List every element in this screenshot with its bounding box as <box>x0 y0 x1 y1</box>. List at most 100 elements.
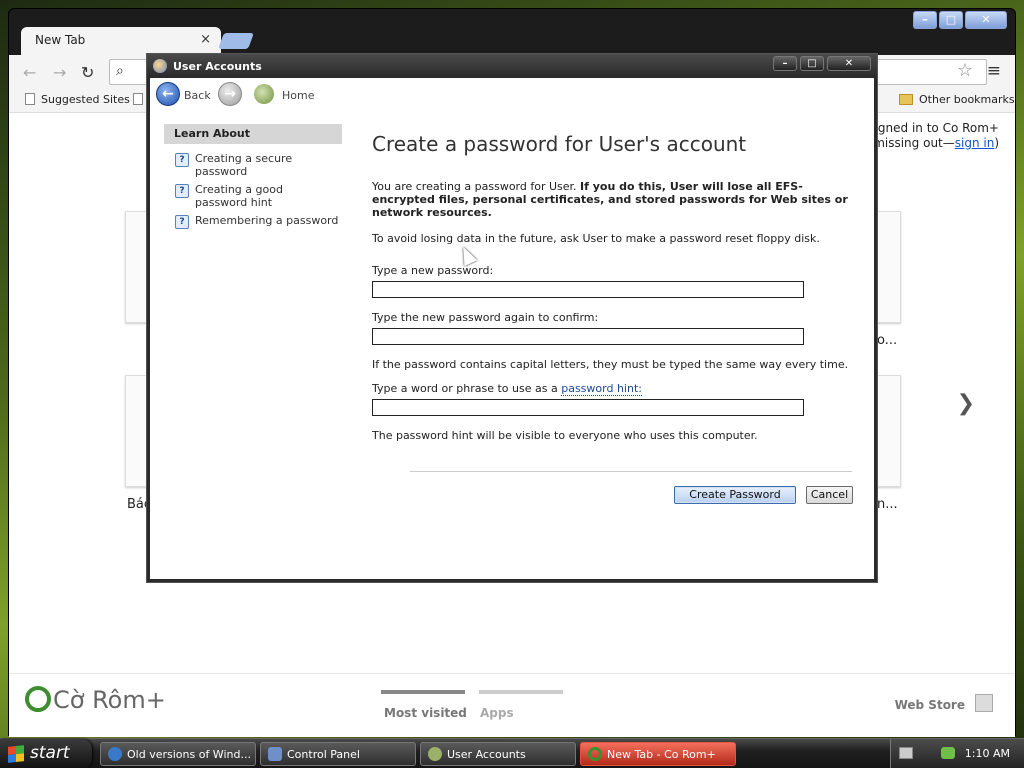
clock: 1:10 AM <box>964 747 1010 760</box>
sidebar-item-password-hint[interactable]: ? Creating a good password hint <box>164 178 342 209</box>
hint-label-prefix: Type a word or phrase to use as a <box>372 382 562 395</box>
page-title: Create a password for User's account <box>372 132 747 156</box>
back-label[interactable]: Back <box>184 89 211 102</box>
thumbnail-caption: n... <box>877 497 898 512</box>
taskbar-item-new-tab[interactable]: New Tab - Co Rom+ <box>580 742 736 766</box>
home-label[interactable]: Home <box>282 89 314 102</box>
sidebar-item-secure-password[interactable]: ? Creating a secure password <box>164 147 342 178</box>
other-bookmarks-label: Other bookmarks <box>919 93 1015 106</box>
warning-text: You are creating a password for User. If… <box>372 180 852 219</box>
browser-icon <box>588 747 602 761</box>
dialog-minimize-button[interactable]: – <box>773 56 797 71</box>
password-hint-field[interactable] <box>372 399 804 416</box>
bookmark-star-icon[interactable]: ☆ <box>957 60 973 81</box>
create-password-button[interactable]: Create Password <box>674 486 796 504</box>
browser-titlebar: New Tab × – □ ✕ <box>9 9 1015 55</box>
sidebar-item-remembering-password[interactable]: ? Remembering a password <box>164 209 342 229</box>
hint-label: Type a word or phrase to use as a passwo… <box>372 382 642 396</box>
close-button[interactable]: ✕ <box>965 11 1007 29</box>
home-icon[interactable] <box>254 84 274 104</box>
learn-about-sidebar: Learn About ? Creating a secure password… <box>164 124 342 229</box>
advice-text: To avoid losing data in the future, ask … <box>372 232 820 245</box>
dialog-title: User Accounts <box>173 60 262 73</box>
dialog-window-controls: – □ ✕ <box>773 56 871 71</box>
taskbar-item-label: New Tab - Co Rom+ <box>607 748 716 761</box>
taskbar: start Old versions of Wind... Control Pa… <box>0 738 1024 768</box>
signin-promo: signed in to Co Rom+ e missing out—sign … <box>862 121 999 151</box>
signin-suffix: ) <box>994 136 999 150</box>
reload-icon[interactable]: ↻ <box>81 63 94 82</box>
help-icon: ? <box>175 153 189 167</box>
windows-logo-icon <box>8 745 24 763</box>
back-button[interactable]: ← <box>156 82 180 106</box>
control-panel-icon <box>268 747 282 761</box>
taskbar-item-browser-old-versions[interactable]: Old versions of Wind... <box>100 742 256 766</box>
most-visited-indicator <box>381 690 465 694</box>
browser-tab[interactable]: New Tab × <box>21 27 221 55</box>
signin-line: signed in to Co Rom+ <box>868 121 999 135</box>
taskbar-item-label: Old versions of Wind... <box>127 748 251 761</box>
system-tray: 1:10 AM <box>890 739 1024 768</box>
back-arrow-icon[interactable]: ← <box>23 63 36 82</box>
keyboard-icon[interactable] <box>899 747 913 759</box>
next-page-arrow-icon[interactable]: ❯ <box>957 391 975 416</box>
sidebar-item-label: Creating a good password hint <box>195 183 283 209</box>
help-icon: ? <box>175 215 189 229</box>
ntp-footer: Cờ Rôm+ Most visited Apps Web Store <box>9 673 1015 737</box>
sign-in-link[interactable]: sign in <box>955 136 995 150</box>
taskbar-item-user-accounts[interactable]: User Accounts <box>420 742 576 766</box>
divider <box>410 471 852 472</box>
web-store-link[interactable]: Web Store <box>895 698 965 712</box>
tab-close-icon[interactable]: × <box>200 32 211 47</box>
password-hint-link[interactable]: password hint: <box>561 382 642 396</box>
start-button[interactable]: start <box>0 739 92 768</box>
bookmark-suggested-sites[interactable]: Suggested Sites <box>25 93 130 106</box>
hint-note: The password hint will be visible to eve… <box>372 429 758 442</box>
confirm-password-field[interactable] <box>372 328 804 345</box>
sidebar-item-label: Creating a secure password <box>195 152 293 178</box>
dialog-close-button[interactable]: ✕ <box>827 56 871 71</box>
maximize-button[interactable]: □ <box>939 11 963 29</box>
internet-explorer-icon <box>108 747 122 761</box>
start-label: start <box>30 743 70 763</box>
user-accounts-icon <box>153 59 167 73</box>
help-icon: ? <box>175 184 189 198</box>
taskbar-item-label: Control Panel <box>287 748 360 761</box>
page-icon <box>25 93 35 105</box>
warning-plain: You are creating a password for User. <box>372 180 581 193</box>
web-store-icon[interactable] <box>975 694 993 712</box>
search-icon: ⌕ <box>116 63 124 79</box>
caps-note: If the password contains capital letters… <box>372 358 849 371</box>
user-accounts-icon <box>428 747 442 761</box>
bookmark-label: Suggested Sites <box>41 93 130 106</box>
sidebar-header: Learn About <box>164 124 342 144</box>
forward-button[interactable]: → <box>218 82 242 106</box>
browser-window-controls: – □ ✕ <box>913 11 1007 29</box>
cancel-button[interactable]: Cancel <box>806 486 853 504</box>
confirm-password-label: Type the new password again to confirm: <box>372 311 599 324</box>
menu-icon[interactable]: ≡ <box>987 61 1001 81</box>
new-password-label: Type a new password: <box>372 264 494 277</box>
brand-name: Cờ Rôm+ <box>53 686 166 714</box>
dialog-titlebar: User Accounts – □ ✕ <box>147 54 877 78</box>
apps-indicator <box>479 690 563 694</box>
forward-arrow-icon[interactable]: → <box>53 63 66 82</box>
tab-apps[interactable]: Apps <box>480 706 514 720</box>
dialog-main: Create a password for User's account You… <box>372 132 852 245</box>
folder-icon <box>899 94 913 105</box>
new-tab-button[interactable] <box>218 33 254 49</box>
minimize-button[interactable]: – <box>913 11 937 29</box>
network-icon[interactable] <box>941 747 955 759</box>
user-accounts-window: User Accounts – □ ✕ ← Back → Home Learn … <box>147 54 877 582</box>
dialog-maximize-button[interactable]: □ <box>800 56 824 71</box>
taskbar-item-control-panel[interactable]: Control Panel <box>260 742 416 766</box>
thumbnail-caption: o... <box>877 333 898 348</box>
taskbar-item-label: User Accounts <box>447 748 526 761</box>
new-password-field[interactable] <box>372 281 804 298</box>
tab-most-visited[interactable]: Most visited <box>384 706 467 720</box>
page-icon <box>133 93 143 105</box>
dialog-nav-bar: ← Back → Home <box>150 78 874 114</box>
other-bookmarks[interactable]: Other bookmarks <box>899 93 1015 106</box>
sidebar-item-label: Remembering a password <box>195 214 339 227</box>
tab-title: New Tab <box>35 33 86 47</box>
